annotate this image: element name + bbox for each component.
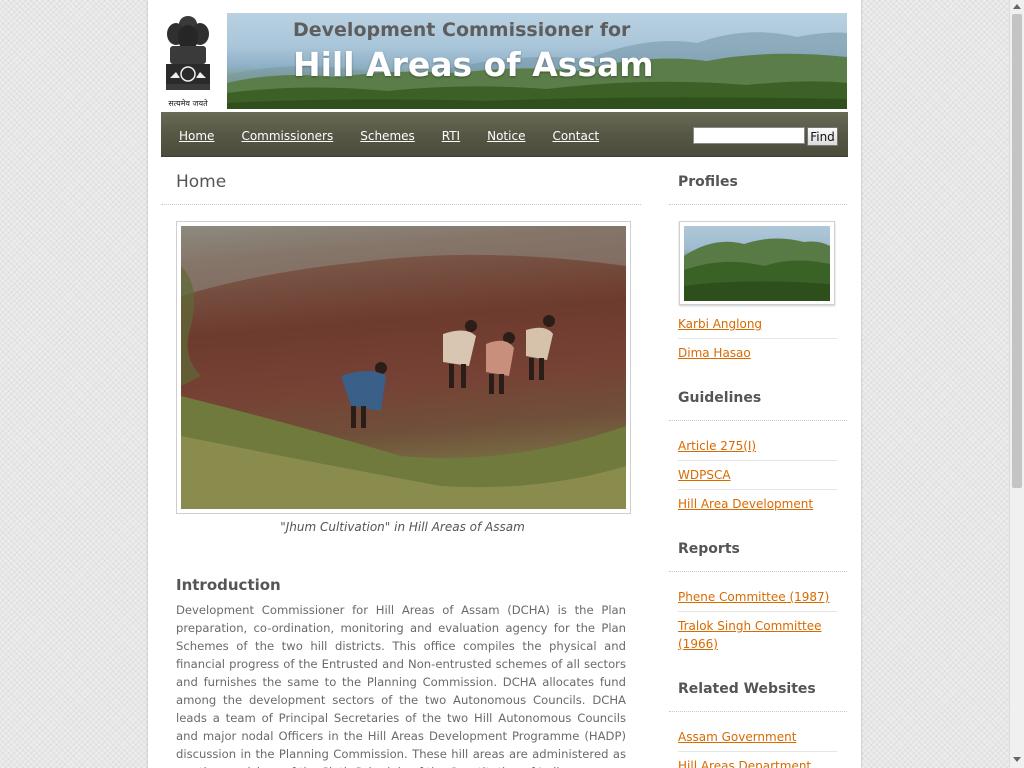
scrollbar-thumb[interactable] <box>1012 14 1022 488</box>
vertical-scrollbar[interactable] <box>1009 0 1024 768</box>
introduction-text: Development Commissioner for Hill Areas … <box>176 603 626 768</box>
related-websites-divider <box>669 711 847 712</box>
link-tralok-singh-committee[interactable]: Tralok Singh Committee (1966) <box>678 617 838 653</box>
profile-photo-frame <box>679 221 835 305</box>
link-phene-committee[interactable]: Phene Committee (1987) <box>678 588 838 606</box>
nav-rti[interactable]: RTI <box>442 129 460 143</box>
scroll-up-arrow-icon[interactable] <box>1013 4 1021 9</box>
page-title: Home <box>176 172 227 192</box>
profiles-heading: Profiles <box>678 174 738 190</box>
link-assam-government[interactable]: Assam Government <box>678 728 838 746</box>
nav-notice[interactable]: Notice <box>487 129 525 143</box>
search-input[interactable] <box>693 127 805 144</box>
national-emblem-logo: सत्यमेव जयते <box>160 12 216 110</box>
profiles-divider <box>669 204 847 205</box>
page-container: सत्यमेव जयते Development Commissioner fo… <box>148 0 861 768</box>
guidelines-heading: Guidelines <box>678 390 762 406</box>
nav-commissioners[interactable]: Commissioners <box>241 129 333 143</box>
nav-contact[interactable]: Contact <box>552 129 599 143</box>
featured-photo-frame <box>176 221 631 514</box>
nav-home[interactable]: Home <box>179 129 214 143</box>
introduction-heading: Introduction <box>176 576 281 594</box>
link-article-275[interactable]: Article 275(I) <box>678 437 838 455</box>
link-karbi-anglong[interactable]: Karbi Anglong <box>678 315 838 333</box>
jhum-cultivation-photo <box>181 226 626 509</box>
link-hill-areas-department[interactable]: Hill Areas Department <box>678 757 838 768</box>
main-navigation: Home Commissioners Schemes RTI Notice Co… <box>161 112 848 157</box>
link-separator <box>678 338 837 339</box>
hills-landscape-thumbnail <box>684 226 830 301</box>
nav-schemes[interactable]: Schemes <box>360 129 415 143</box>
banner-subtitle: Development Commissioner for <box>293 19 631 41</box>
link-hill-area-development[interactable]: Hill Area Development <box>678 495 838 513</box>
title-divider <box>161 204 641 205</box>
reports-divider <box>669 571 847 572</box>
guidelines-divider <box>669 420 847 421</box>
link-separator <box>678 460 837 461</box>
link-separator <box>678 611 837 612</box>
link-dima-hasao[interactable]: Dima Hasao <box>678 344 838 362</box>
link-wdpsca[interactable]: WDPSCA <box>678 466 838 484</box>
emblem-motto: सत्यमेव जयते <box>168 98 208 108</box>
link-separator <box>678 489 837 490</box>
find-button[interactable]: Find <box>807 127 838 146</box>
site-title: Hill Areas of Assam <box>293 45 654 84</box>
header-banner: Development Commissioner for Hill Areas … <box>227 13 847 109</box>
scroll-down-arrow-icon[interactable] <box>1013 757 1021 762</box>
link-separator <box>678 751 837 752</box>
photo-caption: "Jhum Cultivation" in Hill Areas of Assa… <box>280 520 525 534</box>
related-websites-heading: Related Websites <box>678 681 816 697</box>
reports-heading: Reports <box>678 541 740 557</box>
